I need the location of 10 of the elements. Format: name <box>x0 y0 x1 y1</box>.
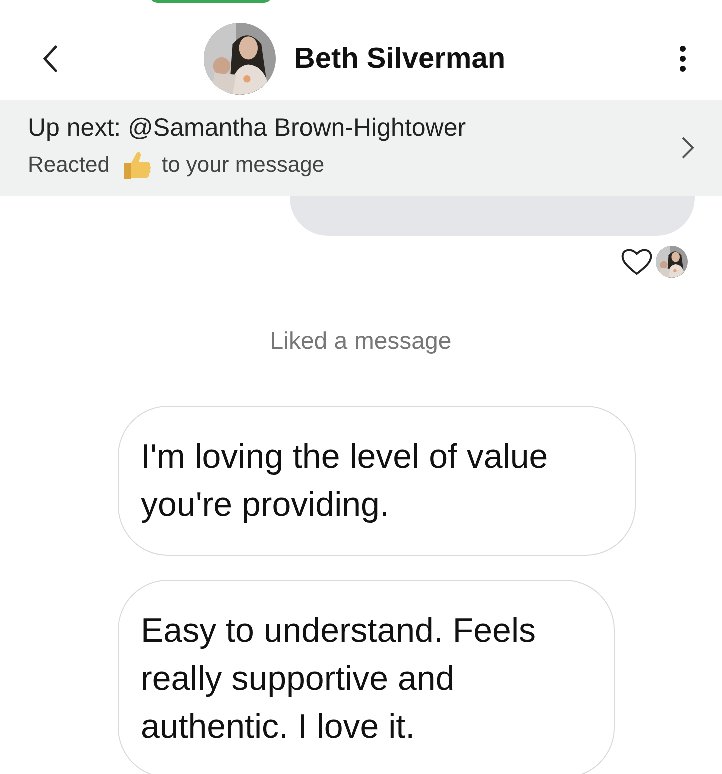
up-next-title: Up next: @Samantha Brown-Hightower <box>28 114 468 142</box>
message-bubble: I'm loving the level of value you're providing. <box>118 406 636 556</box>
heart-icon[interactable] <box>620 247 654 277</box>
up-next-banner[interactable]: Up next: @Samantha Brown-Hightower Reacted to your message <box>0 100 722 196</box>
reacted-label: Reacted <box>28 152 110 178</box>
reacted-suffix: to your message <box>162 152 325 178</box>
contact-name[interactable]: Beth Silverman <box>294 42 506 76</box>
activity-label: Liked a message <box>269 328 453 356</box>
message-bubble: Easy to understand. Feels really supportive and authentic. I love it. <box>118 580 615 774</box>
more-icon[interactable] <box>678 45 688 73</box>
